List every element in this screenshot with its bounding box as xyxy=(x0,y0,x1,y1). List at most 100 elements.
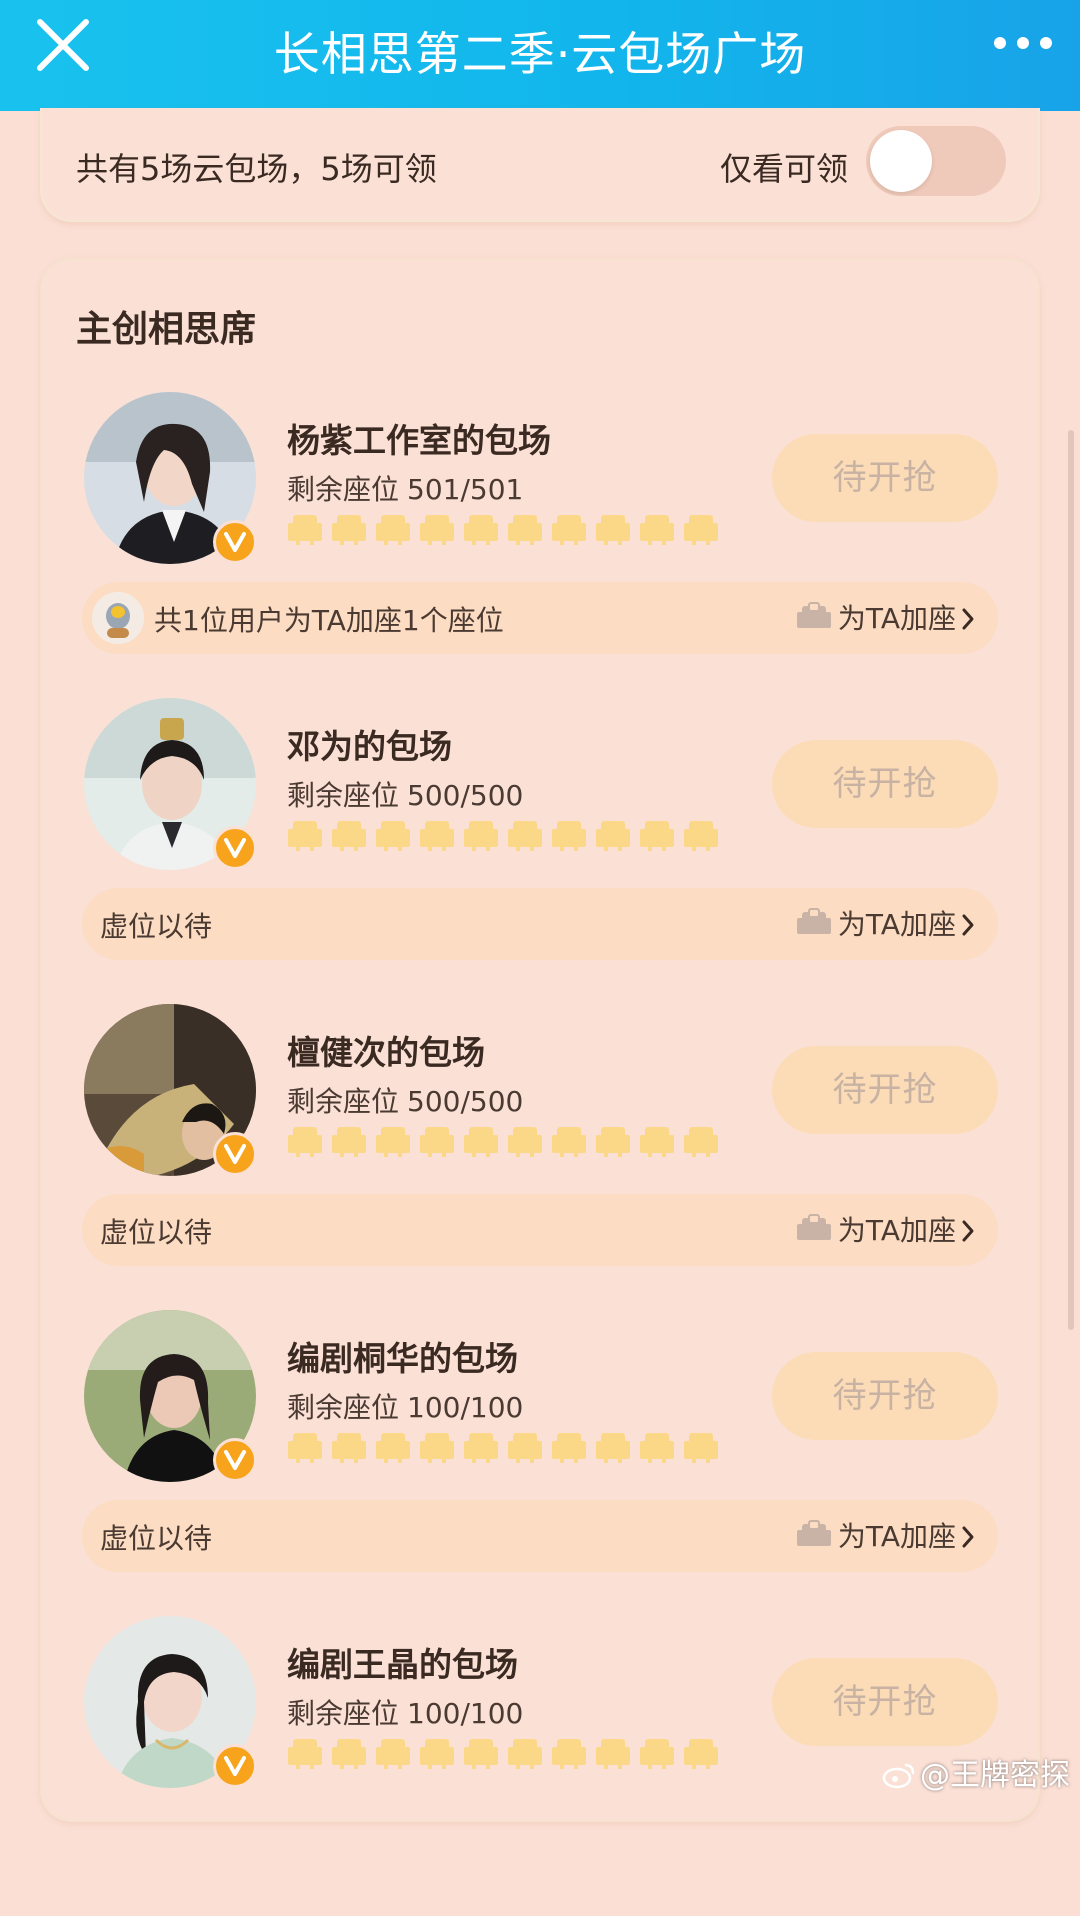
available-only-toggle[interactable] xyxy=(866,126,1006,196)
seat-icon xyxy=(376,1433,410,1463)
seat-icon xyxy=(552,1433,586,1463)
add-seat-summary: 虚位以待 xyxy=(100,1216,213,1249)
seat-icon xyxy=(508,1127,542,1157)
add-seat-link[interactable]: 为TA加座 xyxy=(796,1209,976,1249)
seat-icon xyxy=(332,515,366,545)
seat-icons-row xyxy=(287,1430,727,1468)
remaining-seats: 剩余座位 100/100 xyxy=(287,1692,523,1732)
seat-icon xyxy=(332,1739,366,1769)
more-button[interactable] xyxy=(988,28,1058,58)
page-title: 长相思第二季·云包场广场 xyxy=(273,27,807,81)
seat-icons-row xyxy=(287,1736,727,1774)
top-nav-bar: 长相思第二季·云包场广场 xyxy=(0,0,1080,111)
sofa-icon xyxy=(796,1214,831,1240)
seat-icon xyxy=(596,1739,630,1769)
seat-icon xyxy=(464,1433,498,1463)
remaining-seats-count: 500/500 xyxy=(407,779,524,812)
remaining-seats-count: 501/501 xyxy=(407,473,524,506)
remaining-seats-label: 剩余座位 xyxy=(287,1085,400,1118)
weibo-logo-icon xyxy=(882,1763,915,1789)
sofa-icon xyxy=(796,908,831,934)
add-seat-summary: 虚位以待 xyxy=(100,910,213,943)
chevron-right-icon xyxy=(962,608,974,630)
screening-title: 编剧桐华的包场 xyxy=(287,1339,518,1378)
seat-icon xyxy=(332,821,366,851)
screening-entry: 编剧桐华的包场 剩余座位 100/100 待开抢 虚位以待 为TA加座 xyxy=(42,1310,1038,1610)
seat-icon xyxy=(552,1127,586,1157)
verified-badge-icon xyxy=(213,520,257,564)
chevron-right-icon xyxy=(962,1220,974,1242)
seat-icon xyxy=(552,1739,586,1769)
add-seat-summary: 共1位用户为TA加座1个座位 xyxy=(154,604,504,637)
seat-icon xyxy=(464,1127,498,1157)
seat-icon xyxy=(684,515,718,545)
remaining-seats: 剩余座位 100/100 xyxy=(287,1386,523,1426)
screening-title: 编剧王晶的包场 xyxy=(287,1645,518,1684)
seat-icon xyxy=(684,1739,718,1769)
seat-icon xyxy=(332,1127,366,1157)
seat-icon xyxy=(640,1739,674,1769)
grab-button[interactable]: 待开抢 xyxy=(772,1352,998,1440)
add-seat-link[interactable]: 为TA加座 xyxy=(796,903,976,943)
chevron-right-icon xyxy=(962,914,974,936)
section-title: 主创相思席 xyxy=(76,309,257,350)
screening-title: 邓为的包场 xyxy=(287,727,452,766)
seat-icon xyxy=(684,1433,718,1463)
seat-icon xyxy=(508,1739,542,1769)
seat-icons-row xyxy=(287,1124,727,1162)
seat-icons-row xyxy=(287,512,727,550)
scrollbar[interactable] xyxy=(1068,430,1074,1330)
remaining-seats-count: 100/100 xyxy=(407,1697,524,1730)
seat-icons-row xyxy=(287,818,727,856)
add-seat-bar[interactable]: 虚位以待 为TA加座 xyxy=(82,1500,998,1572)
seat-icon xyxy=(552,515,586,545)
seat-icon xyxy=(376,1739,410,1769)
seat-icon xyxy=(464,1739,498,1769)
remaining-seats-label: 剩余座位 xyxy=(287,779,400,812)
add-seat-bar[interactable]: 虚位以待 为TA加座 xyxy=(82,1194,998,1266)
screening-entry: 檀健次的包场 剩余座位 500/500 待开抢 虚位以待 为TA加座 xyxy=(42,1004,1038,1304)
add-seat-link[interactable]: 为TA加座 xyxy=(796,1515,976,1555)
verified-badge-icon xyxy=(213,1132,257,1176)
screening-title: 檀健次的包场 xyxy=(287,1033,485,1072)
add-seat-bar[interactable]: 共1位用户为TA加座1个座位 为TA加座 xyxy=(82,582,998,654)
grab-button[interactable]: 待开抢 xyxy=(772,434,998,522)
screening-title: 杨紫工作室的包场 xyxy=(287,421,551,460)
verified-badge-icon xyxy=(213,826,257,870)
add-seat-summary: 虚位以待 xyxy=(100,1522,213,1555)
seat-icon xyxy=(420,1127,454,1157)
remaining-seats-count: 500/500 xyxy=(407,1085,524,1118)
remaining-seats-label: 剩余座位 xyxy=(287,473,400,506)
seat-icon xyxy=(640,821,674,851)
filter-label: 仅看可领 xyxy=(719,150,848,188)
seat-icon xyxy=(420,821,454,851)
add-seat-label: 为TA加座 xyxy=(837,1214,956,1247)
seat-icon xyxy=(420,1739,454,1769)
grab-button[interactable]: 待开抢 xyxy=(772,1658,998,1746)
creator-section: 主创相思席 杨紫工作室的包场 剩余座位 501/501 待开抢 共1位用户为TA… xyxy=(40,258,1040,1822)
grab-button[interactable]: 待开抢 xyxy=(772,740,998,828)
verified-badge-icon xyxy=(213,1744,257,1788)
seat-icon xyxy=(596,1433,630,1463)
seat-icon xyxy=(508,515,542,545)
add-seat-bar[interactable]: 虚位以待 为TA加座 xyxy=(82,888,998,960)
remaining-seats: 剩余座位 501/501 xyxy=(287,468,523,508)
add-seat-label: 为TA加座 xyxy=(837,602,956,635)
verified-badge-icon xyxy=(213,1438,257,1482)
seat-icon xyxy=(684,821,718,851)
remaining-seats-label: 剩余座位 xyxy=(287,1391,400,1424)
remaining-seats: 剩余座位 500/500 xyxy=(287,1080,523,1120)
seat-icon xyxy=(288,1433,322,1463)
seat-icon xyxy=(420,1433,454,1463)
seat-icon xyxy=(684,1127,718,1157)
seat-icon xyxy=(508,1433,542,1463)
user-avatar xyxy=(92,592,144,644)
grab-button[interactable]: 待开抢 xyxy=(772,1046,998,1134)
seat-icon xyxy=(552,821,586,851)
seat-icon xyxy=(464,821,498,851)
watermark: @王牌密探 xyxy=(882,1750,1070,1794)
toggle-knob[interactable] xyxy=(870,130,932,192)
sofa-icon xyxy=(796,602,831,628)
add-seat-link[interactable]: 为TA加座 xyxy=(796,597,976,637)
add-seat-label: 为TA加座 xyxy=(837,1520,956,1553)
